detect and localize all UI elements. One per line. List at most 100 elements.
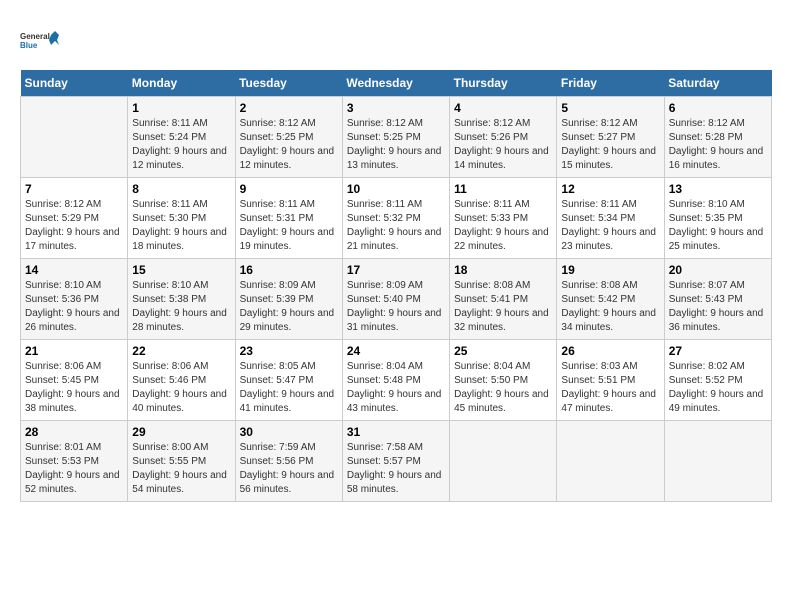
day-info: Sunrise: 8:08 AMSunset: 5:41 PMDaylight:… [454,280,549,333]
calendar-cell: 3 Sunrise: 8:12 AMSunset: 5:25 PMDayligh… [342,97,449,178]
day-number: 31 [347,425,445,439]
calendar-cell: 28 Sunrise: 8:01 AMSunset: 5:53 PMDaylig… [21,421,128,502]
day-info: Sunrise: 8:10 AMSunset: 5:38 PMDaylight:… [132,280,227,333]
calendar-cell: 31 Sunrise: 7:58 AMSunset: 5:57 PMDaylig… [342,421,449,502]
day-number: 27 [669,344,767,358]
day-info: Sunrise: 8:06 AMSunset: 5:45 PMDaylight:… [25,361,120,414]
header-thursday: Thursday [450,70,557,97]
calendar-cell: 15 Sunrise: 8:10 AMSunset: 5:38 PMDaylig… [128,259,235,340]
day-number: 20 [669,263,767,277]
day-number: 25 [454,344,552,358]
calendar-header-row: SundayMondayTuesdayWednesdayThursdayFrid… [21,70,772,97]
day-info: Sunrise: 8:06 AMSunset: 5:46 PMDaylight:… [132,361,227,414]
calendar-cell: 9 Sunrise: 8:11 AMSunset: 5:31 PMDayligh… [235,178,342,259]
day-number: 22 [132,344,230,358]
day-number: 23 [240,344,338,358]
calendar-cell: 22 Sunrise: 8:06 AMSunset: 5:46 PMDaylig… [128,340,235,421]
calendar-cell: 7 Sunrise: 8:12 AMSunset: 5:29 PMDayligh… [21,178,128,259]
calendar-cell [21,97,128,178]
week-row-5: 28 Sunrise: 8:01 AMSunset: 5:53 PMDaylig… [21,421,772,502]
day-info: Sunrise: 8:04 AMSunset: 5:50 PMDaylight:… [454,361,549,414]
calendar-cell: 30 Sunrise: 7:59 AMSunset: 5:56 PMDaylig… [235,421,342,502]
day-info: Sunrise: 8:02 AMSunset: 5:52 PMDaylight:… [669,361,764,414]
header-saturday: Saturday [664,70,771,97]
header-sunday: Sunday [21,70,128,97]
day-number: 9 [240,182,338,196]
svg-text:General: General [20,32,50,41]
calendar-cell: 25 Sunrise: 8:04 AMSunset: 5:50 PMDaylig… [450,340,557,421]
calendar-cell: 8 Sunrise: 8:11 AMSunset: 5:30 PMDayligh… [128,178,235,259]
day-info: Sunrise: 8:12 AMSunset: 5:26 PMDaylight:… [454,118,549,171]
calendar-cell: 20 Sunrise: 8:07 AMSunset: 5:43 PMDaylig… [664,259,771,340]
day-number: 18 [454,263,552,277]
header-friday: Friday [557,70,664,97]
day-number: 3 [347,101,445,115]
day-info: Sunrise: 8:11 AMSunset: 5:34 PMDaylight:… [561,199,656,252]
header: General Blue [20,20,772,60]
day-number: 11 [454,182,552,196]
header-tuesday: Tuesday [235,70,342,97]
day-number: 4 [454,101,552,115]
calendar-cell [557,421,664,502]
day-number: 21 [25,344,123,358]
calendar-cell: 21 Sunrise: 8:06 AMSunset: 5:45 PMDaylig… [21,340,128,421]
calendar-cell: 10 Sunrise: 8:11 AMSunset: 5:32 PMDaylig… [342,178,449,259]
day-number: 28 [25,425,123,439]
calendar-table: SundayMondayTuesdayWednesdayThursdayFrid… [20,70,772,502]
day-number: 30 [240,425,338,439]
day-info: Sunrise: 8:11 AMSunset: 5:24 PMDaylight:… [132,118,227,171]
day-number: 16 [240,263,338,277]
day-number: 14 [25,263,123,277]
day-number: 7 [25,182,123,196]
day-number: 2 [240,101,338,115]
calendar-cell [664,421,771,502]
day-info: Sunrise: 8:03 AMSunset: 5:51 PMDaylight:… [561,361,656,414]
calendar-cell: 5 Sunrise: 8:12 AMSunset: 5:27 PMDayligh… [557,97,664,178]
calendar-cell: 19 Sunrise: 8:08 AMSunset: 5:42 PMDaylig… [557,259,664,340]
day-info: Sunrise: 8:11 AMSunset: 5:30 PMDaylight:… [132,199,227,252]
day-number: 15 [132,263,230,277]
calendar-cell: 6 Sunrise: 8:12 AMSunset: 5:28 PMDayligh… [664,97,771,178]
calendar-cell [450,421,557,502]
calendar-cell: 27 Sunrise: 8:02 AMSunset: 5:52 PMDaylig… [664,340,771,421]
day-number: 19 [561,263,659,277]
calendar-cell: 12 Sunrise: 8:11 AMSunset: 5:34 PMDaylig… [557,178,664,259]
calendar-cell: 23 Sunrise: 8:05 AMSunset: 5:47 PMDaylig… [235,340,342,421]
calendar-cell: 16 Sunrise: 8:09 AMSunset: 5:39 PMDaylig… [235,259,342,340]
day-number: 29 [132,425,230,439]
logo-svg: General Blue [20,20,60,60]
calendar-cell: 11 Sunrise: 8:11 AMSunset: 5:33 PMDaylig… [450,178,557,259]
day-info: Sunrise: 8:09 AMSunset: 5:39 PMDaylight:… [240,280,335,333]
day-info: Sunrise: 8:10 AMSunset: 5:35 PMDaylight:… [669,199,764,252]
day-info: Sunrise: 7:58 AMSunset: 5:57 PMDaylight:… [347,442,442,495]
day-number: 17 [347,263,445,277]
calendar-cell: 2 Sunrise: 8:12 AMSunset: 5:25 PMDayligh… [235,97,342,178]
day-info: Sunrise: 8:01 AMSunset: 5:53 PMDaylight:… [25,442,120,495]
day-number: 1 [132,101,230,115]
calendar-cell: 4 Sunrise: 8:12 AMSunset: 5:26 PMDayligh… [450,97,557,178]
day-info: Sunrise: 8:11 AMSunset: 5:33 PMDaylight:… [454,199,549,252]
day-number: 26 [561,344,659,358]
header-wednesday: Wednesday [342,70,449,97]
day-info: Sunrise: 8:12 AMSunset: 5:25 PMDaylight:… [240,118,335,171]
day-number: 6 [669,101,767,115]
day-info: Sunrise: 8:12 AMSunset: 5:29 PMDaylight:… [25,199,120,252]
day-number: 5 [561,101,659,115]
day-info: Sunrise: 8:05 AMSunset: 5:47 PMDaylight:… [240,361,335,414]
day-info: Sunrise: 8:00 AMSunset: 5:55 PMDaylight:… [132,442,227,495]
day-number: 12 [561,182,659,196]
calendar-cell: 17 Sunrise: 8:09 AMSunset: 5:40 PMDaylig… [342,259,449,340]
day-info: Sunrise: 8:11 AMSunset: 5:31 PMDaylight:… [240,199,335,252]
day-info: Sunrise: 8:10 AMSunset: 5:36 PMDaylight:… [25,280,120,333]
calendar-cell: 1 Sunrise: 8:11 AMSunset: 5:24 PMDayligh… [128,97,235,178]
logo: General Blue [20,20,60,60]
calendar-cell: 14 Sunrise: 8:10 AMSunset: 5:36 PMDaylig… [21,259,128,340]
day-number: 24 [347,344,445,358]
week-row-2: 7 Sunrise: 8:12 AMSunset: 5:29 PMDayligh… [21,178,772,259]
header-monday: Monday [128,70,235,97]
week-row-4: 21 Sunrise: 8:06 AMSunset: 5:45 PMDaylig… [21,340,772,421]
day-info: Sunrise: 8:04 AMSunset: 5:48 PMDaylight:… [347,361,442,414]
calendar-cell: 29 Sunrise: 8:00 AMSunset: 5:55 PMDaylig… [128,421,235,502]
week-row-3: 14 Sunrise: 8:10 AMSunset: 5:36 PMDaylig… [21,259,772,340]
day-info: Sunrise: 7:59 AMSunset: 5:56 PMDaylight:… [240,442,335,495]
